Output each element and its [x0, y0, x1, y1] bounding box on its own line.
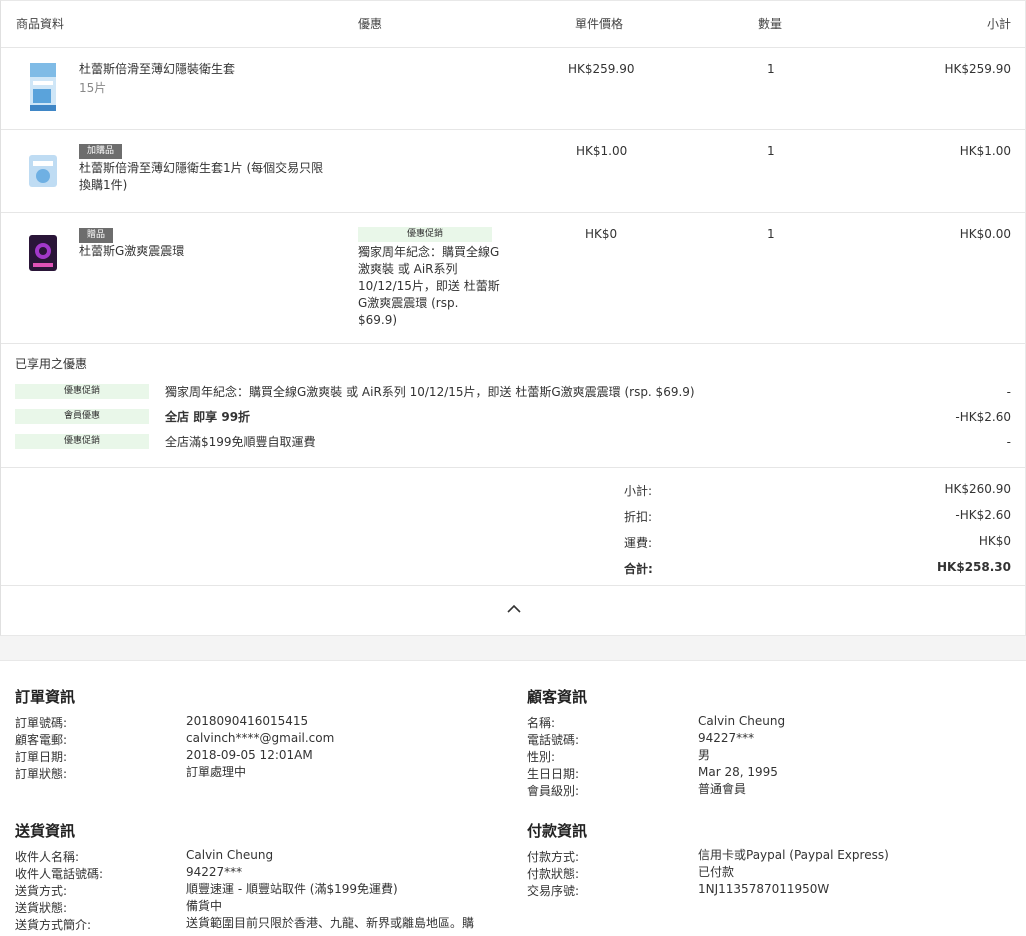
- gift-tag: 贈品: [79, 228, 114, 243]
- member-level-value: 普通會員: [698, 782, 747, 796]
- transaction-id-label: 交易序號:: [527, 884, 580, 898]
- payment-status-value: 已付款: [698, 865, 735, 879]
- order-number-value: 2018090416015415: [186, 714, 309, 728]
- delivery-status-label: 送貨狀態:: [15, 901, 68, 915]
- collapse-toggle[interactable]: [1, 586, 1025, 636]
- delivery-desc-value: 送貨範圍目前只限於香港、九龍、新界或離島地區。購: [186, 916, 475, 930]
- discount-label: 折扣:: [624, 510, 653, 524]
- delivery-method-label: 送貨方式:: [15, 884, 68, 898]
- promo-amount: -: [1006, 435, 1011, 449]
- promo-tag: 優惠促銷: [358, 227, 492, 242]
- birthday-label: 生日日期:: [527, 767, 580, 781]
- product-variant: 15片: [79, 81, 107, 95]
- header-qty: 數量: [758, 17, 783, 31]
- birthday-value: Mar 28, 1995: [698, 765, 778, 779]
- promo-description: 全店 即享 99折: [165, 410, 251, 424]
- applied-promo-row: 優惠促銷 全店滿$199免順豐自取運費 -: [15, 433, 1011, 451]
- customer-email-value: calvinch****@gmail.com: [186, 731, 335, 745]
- recipient-name-value: Calvin Cheung: [186, 848, 274, 862]
- shipping-value: HK$0: [978, 534, 1011, 548]
- header-promo: 優惠: [358, 17, 383, 31]
- order-date-value: 2018-09-05 12:01AM: [186, 748, 313, 762]
- recipient-name-label: 收件人名稱:: [15, 850, 80, 864]
- quantity: 1: [767, 227, 775, 241]
- chevron-up-icon[interactable]: [507, 604, 521, 614]
- subtotal-label: 小計:: [624, 484, 653, 498]
- customer-email-label: 顧客電郵:: [15, 733, 68, 747]
- order-items-card: 商品資料 優惠 單件價格 數量 小計 杜蕾斯倍滑至薄幻隱裝衛生套 15片 HK$…: [0, 0, 1026, 636]
- order-details-card: 訂單資訊 訂單號碼: 2018090416015415 顧客電郵: calvin…: [0, 660, 1026, 936]
- unit-price: HK$0: [585, 227, 618, 241]
- discount-value: -HK$2.60: [955, 508, 1011, 522]
- condom-single-blue-icon[interactable]: [27, 151, 59, 191]
- unit-price: HK$259.90: [568, 62, 635, 76]
- add-on-tag: 加購品: [79, 144, 123, 159]
- subtotal-value: HK$260.90: [944, 482, 1011, 496]
- applied-promo-row: 會員優惠 全店 即享 99折 -HK$2.60: [15, 408, 1011, 426]
- order-status-label: 訂單狀態:: [15, 767, 68, 781]
- customer-name-value: Calvin Cheung: [698, 714, 786, 728]
- line-subtotal: HK$1.00: [959, 144, 1011, 158]
- transaction-id-value: 1NJ1135787011950W: [698, 882, 830, 896]
- member-level-label: 會員級別:: [527, 784, 580, 798]
- line-subtotal: HK$259.90: [944, 62, 1011, 76]
- quantity: 1: [767, 62, 775, 76]
- delivery-info-title: 送貨資訊: [15, 822, 76, 840]
- delivery-desc-label: 送貨方式簡介:: [15, 918, 92, 932]
- promo-description: 獨家周年紀念：購買全線G激爽裝 或 AiR系列10/12/15片，即送 杜蕾斯G…: [358, 245, 500, 327]
- shipping-label: 運費:: [624, 536, 653, 550]
- customer-info-title: 顧客資訊: [527, 688, 588, 706]
- line-subtotal: HK$0.00: [959, 227, 1011, 241]
- phone-value: 94227***: [698, 731, 755, 745]
- header-unit-price: 單件價格: [575, 17, 624, 31]
- promo-description: 全店滿$199免順豐自取運費: [165, 435, 316, 449]
- product-name[interactable]: 杜蕾斯倍滑至薄幻隱裝衛生套: [79, 61, 329, 78]
- phone-label: 電話號碼:: [527, 733, 580, 747]
- order-status-value: 訂單處理中: [186, 765, 247, 779]
- product-name[interactable]: 杜蕾斯倍滑至薄幻隱衛生套1片 (每個交易只限換購1件): [79, 160, 329, 194]
- promo-description: 獨家周年紀念：購買全線G激爽裝 或 AiR系列 10/12/15片，即送 杜蕾斯…: [165, 385, 695, 399]
- total-value: HK$258.30: [937, 560, 1011, 574]
- payment-method-value: 信用卡或Paypal (Paypal Express): [698, 848, 889, 862]
- gender-label: 性別:: [527, 750, 556, 764]
- order-info-title: 訂單資訊: [15, 688, 76, 706]
- quantity: 1: [767, 144, 775, 158]
- applied-promotions-title: 已享用之優惠: [15, 357, 88, 371]
- vibrating-ring-purple-icon[interactable]: [27, 233, 59, 273]
- total-label: 合計:: [624, 562, 653, 576]
- promo-tag: 優惠促銷: [15, 434, 149, 449]
- payment-info-title: 付款資訊: [527, 822, 588, 840]
- applied-promo-row: 優惠促銷 獨家周年紀念：購買全線G激爽裝 或 AiR系列 10/12/15片，即…: [15, 383, 1011, 401]
- member-discount-tag: 會員優惠: [15, 409, 149, 424]
- payment-method-label: 付款方式:: [527, 850, 580, 864]
- order-date-label: 訂單日期:: [15, 750, 68, 764]
- delivery-status-value: 備貨中: [186, 899, 223, 913]
- payment-status-label: 付款狀態:: [527, 867, 580, 881]
- customer-name-label: 名稱:: [527, 716, 556, 730]
- recipient-phone-label: 收件人電話號碼:: [15, 867, 104, 881]
- unit-price: HK$1.00: [576, 144, 628, 158]
- recipient-phone-value: 94227***: [186, 865, 243, 879]
- condom-box-blue-icon[interactable]: [27, 61, 59, 113]
- order-number-label: 訂單號碼:: [15, 716, 68, 730]
- promo-tag: 優惠促銷: [15, 384, 149, 399]
- header-subtotal: 小計: [986, 17, 1011, 31]
- product-name[interactable]: 杜蕾斯G激爽震震環: [79, 243, 329, 260]
- promo-amount: -HK$2.60: [955, 410, 1011, 424]
- promo-amount: -: [1006, 385, 1011, 399]
- delivery-method-value: 順豐速運 - 順豐站取件 (滿$199免運費): [186, 882, 398, 896]
- header-product: 商品資料: [16, 17, 65, 31]
- gender-value: 男: [698, 748, 711, 762]
